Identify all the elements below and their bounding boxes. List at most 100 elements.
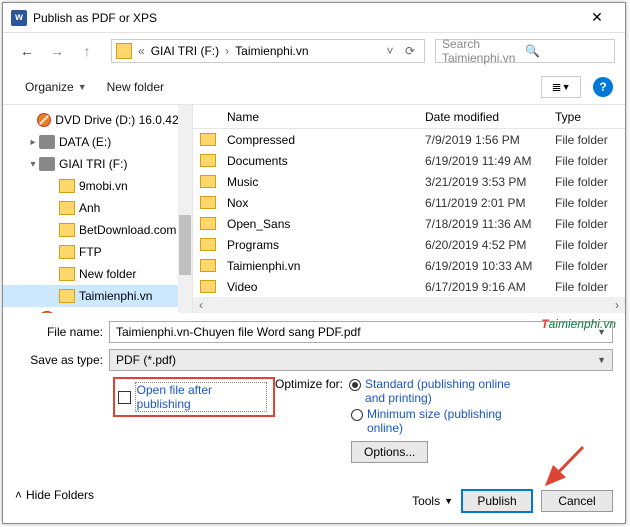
file-type: File folder [555,217,625,231]
column-date[interactable]: Date modified [425,110,555,124]
file-name: Nox [223,196,425,210]
file-name: Programs [223,238,425,252]
savetype-dropdown[interactable]: PDF (*.pdf) ▼ [109,349,613,371]
horizontal-scrollbar[interactable]: ‹› [193,297,625,313]
tree-scrollbar[interactable] [178,105,192,313]
file-type: File folder [555,259,625,273]
address-dropdown-icon[interactable]: ˅ [380,44,400,58]
hdd-icon [39,135,55,149]
hide-folders-button[interactable]: ˄ Hide Folders [15,488,94,502]
tree-item[interactable]: ▾GIAI TRI (F:) [3,153,192,175]
file-row[interactable]: Compressed7/9/2019 1:56 PMFile folder [193,129,625,150]
dropdown-icon[interactable]: ▼ [597,355,606,365]
tree-item[interactable]: ▸DVD RW Drive ( [3,307,192,313]
column-type[interactable]: Type [555,110,625,124]
scrollbar-thumb[interactable] [179,215,191,275]
organize-button[interactable]: Organize▼ [15,76,97,98]
tree-item[interactable]: New folder [3,263,192,285]
open-after-checkbox[interactable] [118,391,131,404]
file-name: Video [223,280,425,294]
tools-button[interactable]: Tools▼ [412,494,453,508]
open-after-label[interactable]: Open file after publishing [135,382,267,412]
dropdown-icon[interactable]: ▼ [597,327,606,337]
file-list[interactable]: Compressed7/9/2019 1:56 PMFile folderDoc… [193,129,625,297]
tree-item[interactable]: DVD Drive (D:) 16.0.4266 [3,109,192,131]
file-row[interactable]: Nox6/11/2019 2:01 PMFile folder [193,192,625,213]
folder-tree[interactable]: DVD Drive (D:) 16.0.4266▸DATA (E:)▾GIAI … [3,105,193,313]
folder-icon [200,217,216,230]
fld-icon [59,223,75,237]
hdd-icon [39,157,55,171]
file-date: 6/19/2019 11:49 AM [425,154,555,168]
file-row[interactable]: Documents6/19/2019 11:49 AMFile folder [193,150,625,171]
fld-icon [59,267,75,281]
file-row[interactable]: Programs6/20/2019 4:52 PMFile folder [193,234,625,255]
fld-icon [59,179,75,193]
file-type: File folder [555,280,625,294]
tree-item[interactable]: ▸DATA (E:) [3,131,192,153]
dvd-icon [39,311,55,313]
breadcrumb-seg[interactable]: Taimienphi.vn [231,44,312,58]
radio-standard[interactable] [349,379,361,391]
search-icon[interactable]: 🔍 [525,44,608,58]
chevron-right-icon[interactable]: › [223,44,231,58]
cancel-button[interactable]: Cancel [541,490,613,512]
file-name: Compressed [223,133,425,147]
radio-minimum-label[interactable]: Minimum size (publishing online) [367,407,517,435]
folder-icon [200,133,216,146]
file-date: 7/18/2019 11:36 AM [425,217,555,231]
folder-icon [200,175,216,188]
dvd-icon [37,113,51,127]
search-input[interactable]: Search Taimienphi.vn 🔍 [435,39,615,63]
column-name[interactable]: Name [223,110,425,124]
folder-icon [200,154,216,167]
radio-standard-label[interactable]: Standard (publishing online and printing… [365,377,515,405]
tree-item[interactable]: Taimienphi.vn [3,285,192,307]
help-icon[interactable]: ? [593,77,613,97]
file-name: Open_Sans [223,217,425,231]
tree-item[interactable]: Anh [3,197,192,219]
filename-input[interactable]: Taimienphi.vn-Chuyen file Word sang PDF.… [109,321,613,343]
file-row[interactable]: Taimienphi.vn6/19/2019 10:33 AMFile fold… [193,255,625,276]
options-button[interactable]: Options... [351,441,428,463]
file-date: 6/17/2019 9:16 AM [425,280,555,294]
fld-icon [59,289,75,303]
address-bar[interactable]: « GIAI TRI (F:) › Taimienphi.vn ˅ ⟳ [111,39,425,63]
search-placeholder: Search Taimienphi.vn [442,37,525,65]
back-button[interactable]: ← [13,39,41,63]
tree-label: New folder [79,267,136,281]
breadcrumb-seg[interactable]: GIAI TRI (F:) [147,44,223,58]
forward-button: → [43,39,71,63]
publish-button[interactable]: Publish [461,489,533,513]
tree-item[interactable]: 9mobi.vn [3,175,192,197]
savetype-label: Save as type: [15,353,109,367]
tree-item[interactable]: BetDownload.com [3,219,192,241]
file-date: 6/20/2019 4:52 PM [425,238,555,252]
file-date: 6/11/2019 2:01 PM [425,196,555,210]
file-name: Taimienphi.vn [223,259,425,273]
file-date: 6/19/2019 10:33 AM [425,259,555,273]
fld-icon [59,245,75,259]
tree-label: DATA (E:) [59,135,111,149]
filename-label: File name: [15,325,109,339]
file-type: File folder [555,196,625,210]
tree-label: 9mobi.vn [79,179,128,193]
folder-icon [200,196,216,209]
up-button[interactable]: ↑ [73,39,101,63]
file-row[interactable]: Music3/21/2019 3:53 PMFile folder [193,171,625,192]
view-mode-button[interactable]: ≣ ▼ [541,76,581,98]
tree-label: GIAI TRI (F:) [59,157,127,171]
file-type: File folder [555,238,625,252]
file-row[interactable]: Video6/17/2019 9:16 AMFile folder [193,276,625,297]
radio-minimum[interactable] [351,409,363,421]
chevron-up-icon: ˄ [15,488,22,502]
tree-label: BetDownload.com [79,223,176,237]
chevron-icon[interactable]: « [136,44,147,58]
new-folder-button[interactable]: New folder [97,76,174,98]
refresh-icon[interactable]: ⟳ [400,44,420,58]
tree-label: Taimienphi.vn [79,289,152,303]
tree-item[interactable]: FTP [3,241,192,263]
file-row[interactable]: Open_Sans7/18/2019 11:36 AMFile folder [193,213,625,234]
close-icon[interactable]: ✕ [577,9,617,26]
fld-icon [59,201,75,215]
